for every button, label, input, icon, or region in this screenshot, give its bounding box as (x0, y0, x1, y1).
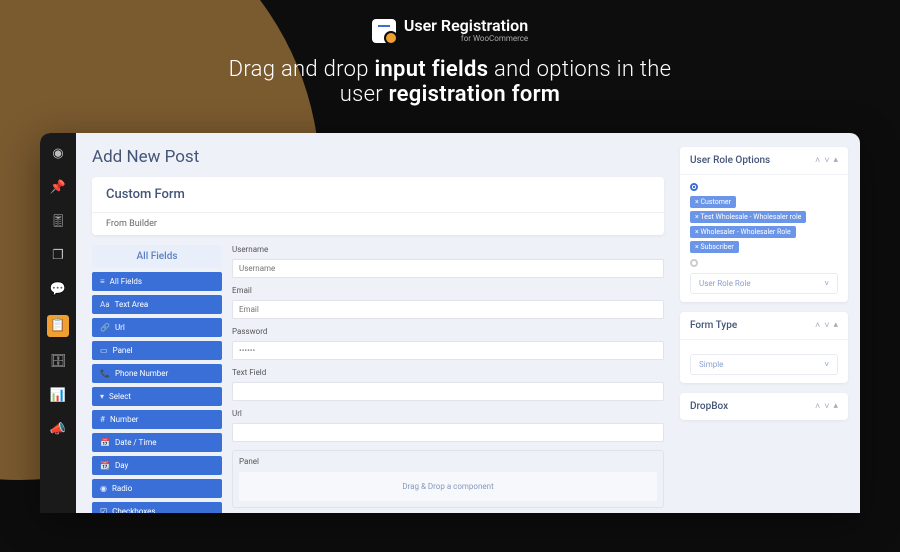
custom-form-card: Custom Form From Builder (92, 177, 664, 235)
caret-up-icon[interactable]: ▴ (833, 401, 838, 412)
password-input[interactable] (232, 341, 664, 360)
user-role-panel: User Role Options ˄ ˅ ▴ × Customer × Test Wh… (680, 147, 848, 302)
logo-title: User Registration (404, 18, 528, 34)
form-type-select[interactable]: Simple˅ (690, 354, 838, 375)
media-icon[interactable]: 🎚 (49, 213, 67, 231)
panel-label: Panel (239, 457, 657, 466)
field-label: Day (115, 461, 128, 470)
form-builder-tab[interactable]: From Builder (92, 212, 664, 235)
dashboard-icon[interactable]: ◉ (49, 145, 67, 163)
field-type-icon: ▭ (100, 346, 108, 355)
archive-icon[interactable]: 🗄 (49, 353, 67, 371)
logo-icon (372, 19, 396, 43)
fields-palette-header: All Fields (92, 245, 222, 268)
page-title: Add New Post (92, 147, 664, 167)
role-tag[interactable]: × Test Wholesale - Wholesaler role (690, 211, 806, 223)
url-input[interactable] (232, 423, 664, 442)
user-role-title: User Role Options (690, 155, 770, 166)
radio-on-icon (690, 183, 698, 191)
dropbox-panel: DropBox ˄ ˅ ▴ (680, 393, 848, 420)
field-type-icon: ◉ (100, 484, 107, 493)
panel-container: Panel Drag & Drop a component (232, 450, 664, 508)
radio-option-1[interactable] (690, 183, 838, 191)
field-draggable[interactable]: # Number (92, 410, 222, 429)
analytics-icon[interactable]: 📊 (49, 387, 67, 405)
form-title: Custom Form (92, 177, 664, 212)
field-label: Radio (112, 484, 132, 493)
field-draggable[interactable]: 📞 Phone Number (92, 364, 222, 383)
field-label: Url (115, 323, 125, 332)
field-label: All Fields (110, 277, 142, 286)
caret-up-icon[interactable]: ▴ (833, 155, 838, 166)
field-draggable[interactable]: Aa Text Area (92, 295, 222, 314)
url-label: Url (232, 409, 664, 418)
comments-icon[interactable]: 💬 (49, 281, 67, 299)
field-draggable[interactable]: ▭ Panel (92, 341, 222, 360)
main-content: Add New Post Custom Form From Builder Al… (76, 133, 680, 513)
fields-palette: All Fields ≡ All Fields Aa Text Area 🔗 Url ▭ Pa… (92, 245, 222, 513)
product-logo: User Registration for WooCommerce (372, 18, 528, 43)
field-type-icon: ▾ (100, 392, 104, 401)
field-label: Number (110, 415, 139, 424)
logo-subtitle: for WooCommerce (404, 34, 528, 43)
field-draggable[interactable]: 📅 Date / Time (92, 433, 222, 452)
collapse-up-icon[interactable]: ˄ (815, 401, 820, 412)
collapse-down-icon[interactable]: ˅ (824, 155, 829, 166)
field-type-icon: 🔗 (100, 323, 110, 332)
field-draggable[interactable]: ≡ All Fields (92, 272, 222, 291)
marketing-icon[interactable]: 📣 (49, 421, 67, 439)
collapse-down-icon[interactable]: ˅ (824, 320, 829, 331)
form-type-title: Form Type (690, 320, 737, 331)
field-draggable[interactable]: ◉ Radio (92, 479, 222, 498)
field-draggable[interactable]: ▾ Select (92, 387, 222, 406)
form-preview: Username Email Password Text Field Url P… (232, 245, 664, 513)
field-draggable[interactable]: 🔗 Url (92, 318, 222, 337)
dropbox-title: DropBox (690, 401, 728, 412)
collapse-down-icon[interactable]: ˅ (824, 401, 829, 412)
settings-sidebar: User Role Options ˄ ˅ ▴ × Customer × Test Wh… (680, 133, 860, 513)
username-label: Username (232, 245, 664, 254)
app-window: ◉ 📌 🎚 ❐ 💬 📋 🗄 📊 📣 Add New Post Custom Form From … (40, 133, 860, 513)
email-input[interactable] (232, 300, 664, 319)
pages-icon[interactable]: ❐ (49, 247, 67, 265)
headline: Drag and drop input fields and options i… (0, 57, 900, 107)
role-tag[interactable]: × Subscriber (690, 241, 739, 253)
field-type-icon: Aa (100, 300, 110, 309)
field-type-icon: ≡ (100, 277, 105, 286)
chevron-down-icon: ˅ (824, 360, 829, 369)
caret-up-icon[interactable]: ▴ (833, 320, 838, 331)
field-type-icon: 📆 (100, 461, 110, 470)
email-label: Email (232, 286, 664, 295)
user-role-select[interactable]: User Role Role˅ (690, 273, 838, 294)
field-label: Phone Number (115, 369, 168, 378)
field-label: Panel (113, 346, 133, 355)
field-type-icon: 📞 (100, 369, 110, 378)
panel-dropzone[interactable]: Drag & Drop a component (239, 472, 657, 501)
username-input[interactable] (232, 259, 664, 278)
collapse-up-icon[interactable]: ˄ (815, 155, 820, 166)
role-tag[interactable]: × Customer (690, 196, 736, 208)
textfield-label: Text Field (232, 368, 664, 377)
textfield-input[interactable] (232, 382, 664, 401)
pin-icon[interactable]: 📌 (49, 179, 67, 197)
field-draggable[interactable]: 📆 Day (92, 456, 222, 475)
registration-icon[interactable]: 📋 (47, 315, 69, 337)
collapse-up-icon[interactable]: ˄ (815, 320, 820, 331)
field-draggable[interactable]: ☑ Checkboxes (92, 502, 222, 513)
chevron-down-icon: ˅ (824, 279, 829, 288)
hero-banner: User Registration for WooCommerce Drag a… (0, 0, 900, 119)
form-type-panel: Form Type ˄ ˅ ▴ Simple˅ (680, 312, 848, 383)
field-type-icon: # (100, 415, 105, 424)
field-label: Select (109, 392, 131, 401)
radio-off-icon (690, 259, 698, 267)
field-label: Text Area (115, 300, 149, 309)
field-label: Date / Time (115, 438, 157, 447)
field-type-icon: 📅 (100, 438, 110, 447)
radio-option-2[interactable] (690, 259, 838, 267)
field-type-icon: ☑ (100, 507, 107, 513)
field-label: Checkboxes (112, 507, 155, 513)
password-label: Password (232, 327, 664, 336)
admin-rail: ◉ 📌 🎚 ❐ 💬 📋 🗄 📊 📣 (40, 133, 76, 513)
role-tag[interactable]: × Wholesaler - Wholesaler Role (690, 226, 796, 238)
